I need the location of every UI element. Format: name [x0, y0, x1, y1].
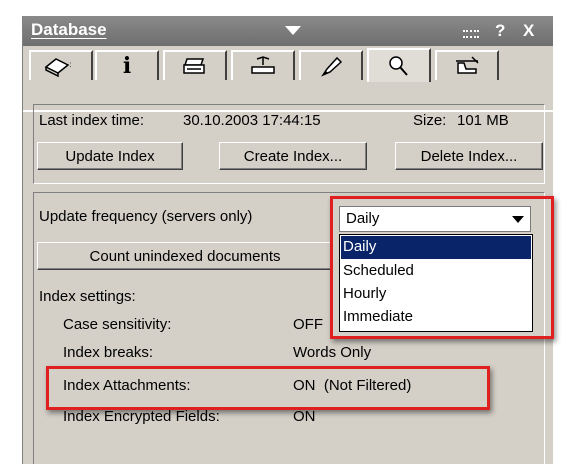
index-breaks-label: Index breaks: — [63, 344, 154, 361]
create-index-button[interactable]: Create Index... — [219, 142, 367, 170]
title-dropdown-icon[interactable] — [285, 26, 301, 35]
tab-advanced[interactable] — [299, 50, 363, 80]
info-icon: i — [122, 53, 132, 79]
title-bar[interactable]: Database ? X — [23, 16, 553, 46]
search-icon — [389, 56, 408, 76]
close-button[interactable]: X — [523, 21, 534, 41]
tab-archive[interactable] — [435, 50, 499, 80]
svg-text::: : — [69, 60, 72, 70]
tab-design[interactable] — [231, 50, 295, 80]
highlight-box-frequency — [330, 196, 554, 339]
tab-print[interactable] — [163, 50, 227, 80]
update-index-button[interactable]: Update Index — [37, 142, 183, 170]
index-breaks-value: Words Only — [293, 344, 372, 361]
delete-index-button[interactable]: Delete Index... — [395, 142, 543, 170]
tab-strip: : i — [23, 46, 553, 112]
case-sensitivity-label: Case sensitivity: — [63, 316, 172, 333]
tab-info[interactable]: i — [95, 50, 159, 80]
tab-basics[interactable]: : — [29, 50, 93, 80]
highlight-box-attachments — [46, 366, 490, 410]
toolbox-icon — [251, 56, 275, 74]
last-index-value: 30.10.2003 17:44:15 — [183, 112, 321, 129]
tab-full-text-index[interactable] — [367, 48, 431, 82]
index-encrypted-label: Index Encrypted Fields: — [63, 408, 220, 425]
window-title[interactable]: Database — [31, 20, 107, 40]
size-value: 101 MB — [457, 112, 509, 129]
flask-icon — [456, 56, 479, 74]
printer-icon — [183, 58, 205, 74]
update-frequency-label: Update frequency (servers only) — [39, 208, 253, 225]
pen-icon — [320, 56, 343, 77]
last-index-label: Last index time: — [39, 112, 145, 129]
database-icon: : — [44, 58, 72, 77]
case-sensitivity-value: OFF — [293, 316, 323, 333]
count-unindexed-button[interactable]: Count unindexed documents — [37, 242, 333, 270]
index-settings-label: Index settings: — [39, 288, 136, 305]
help-button[interactable]: ? — [495, 21, 505, 41]
size-label: Size: — [413, 112, 447, 129]
minimize-icon[interactable] — [463, 30, 479, 38]
index-encrypted-value: ON — [293, 408, 316, 425]
